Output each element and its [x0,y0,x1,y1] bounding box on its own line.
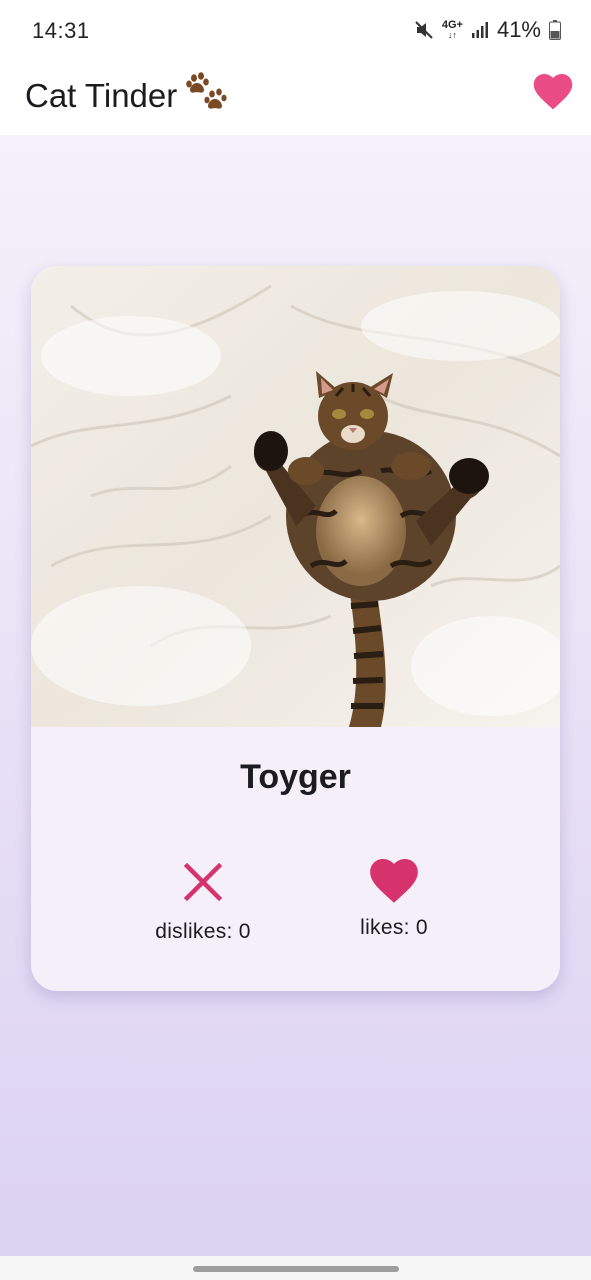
like-button[interactable] [368,856,420,904]
cat-breed-name: Toyger [240,758,351,796]
mute-icon [414,20,434,40]
app-bar: Cat Tinder [0,62,591,135]
app-title-text: Cat Tinder [25,77,178,114]
like-action: likes: 0 [294,858,494,940]
cat-photo [31,266,560,727]
network-4g-icon: 4G+ ↓↑ [441,19,463,41]
signal-icon [471,21,489,39]
paw-icon [185,72,227,120]
close-icon [183,862,223,902]
heart-icon [370,858,418,903]
dislikes-count: dislikes: 0 [155,920,251,943]
system-nav-bar [0,1256,591,1280]
page-title: Cat Tinder [25,72,227,120]
status-icons: 4G+ ↓↑ 41% [414,17,561,43]
status-time: 14:31 [32,18,90,43]
battery-percent: 41% [496,17,541,42]
status-bar: 14:31 4G+ ↓↑ 41% [0,0,591,62]
dislike-action: dislikes: 0 [103,862,303,944]
likes-count: likes: 0 [360,916,428,939]
dislike-button[interactable] [183,862,223,902]
favorites-heart-button[interactable] [532,71,574,111]
heart-icon [533,74,573,110]
home-gesture-handle[interactable] [193,1266,399,1272]
cat-card[interactable]: Toyger dislikes: 0 likes: 0 [31,266,560,991]
battery-icon [549,20,561,40]
